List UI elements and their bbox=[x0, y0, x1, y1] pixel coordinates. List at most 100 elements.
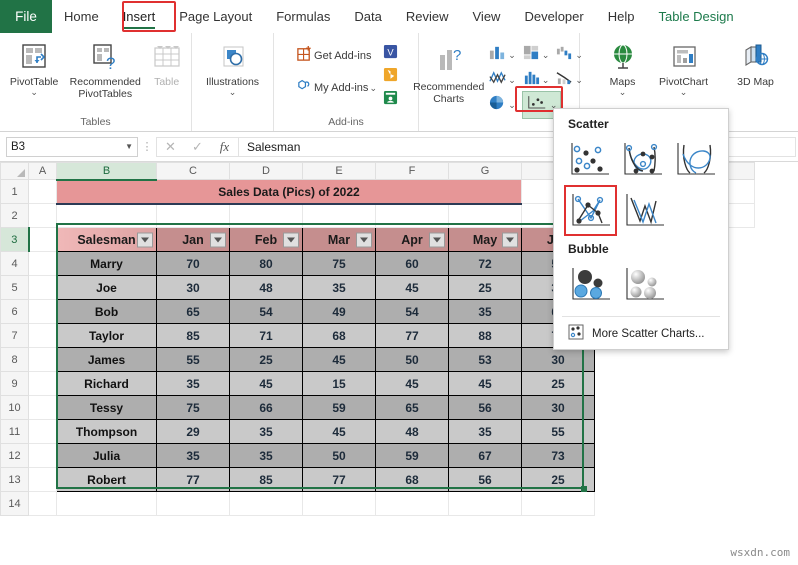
get-addins-button[interactable]: Get Add-ins bbox=[294, 44, 379, 68]
cell-apr[interactable]: 54 bbox=[375, 299, 449, 324]
cell-a1[interactable] bbox=[28, 179, 57, 204]
cell-a12[interactable] bbox=[28, 443, 57, 468]
cell-salesman[interactable]: James bbox=[56, 347, 157, 372]
cell-jan[interactable]: 30 bbox=[156, 275, 230, 300]
hierarchy-chart-button[interactable]: ⌄ bbox=[520, 44, 552, 66]
cell-apr[interactable]: 59 bbox=[375, 443, 449, 468]
cell-apr[interactable]: 77 bbox=[375, 323, 449, 348]
row-header-4[interactable]: 4 bbox=[0, 251, 29, 276]
column-header-a[interactable]: A bbox=[28, 162, 57, 180]
recommended-pivottables-button[interactable]: ? Recommended PivotTables bbox=[66, 36, 144, 100]
pivotchart-button[interactable]: PivotChart ⌄ bbox=[651, 36, 717, 97]
cell-a7[interactable] bbox=[28, 323, 57, 348]
cell-a10[interactable] bbox=[28, 395, 57, 420]
cell-a8[interactable] bbox=[28, 347, 57, 372]
scatter-straight-lines-markers-option[interactable] bbox=[564, 185, 617, 236]
cell-mar[interactable]: 68 bbox=[302, 323, 376, 348]
cell-mar[interactable]: 45 bbox=[302, 347, 376, 372]
cell-mar[interactable]: 15 bbox=[302, 371, 376, 396]
cell-f14[interactable] bbox=[375, 491, 449, 516]
cell-may[interactable]: 56 bbox=[448, 395, 522, 420]
cell-b14[interactable] bbox=[56, 491, 157, 516]
tab-review[interactable]: Review bbox=[394, 0, 461, 33]
bubble-flat-option[interactable] bbox=[566, 261, 615, 308]
more-scatter-charts-item[interactable]: More Scatter Charts... bbox=[554, 317, 728, 347]
cell-may[interactable]: 35 bbox=[448, 299, 522, 324]
tab-table-design[interactable]: Table Design bbox=[646, 0, 745, 33]
cell-apr[interactable]: 68 bbox=[375, 467, 449, 492]
cell-apr[interactable]: 50 bbox=[375, 347, 449, 372]
column-header-d[interactable]: D bbox=[229, 162, 303, 180]
cell-may[interactable]: 67 bbox=[448, 443, 522, 468]
line-chart-caret-icon[interactable]: ⌄ bbox=[508, 75, 516, 84]
cell-salesman[interactable]: Robert bbox=[56, 467, 157, 492]
cell-b2[interactable] bbox=[56, 203, 157, 228]
cell-salesman[interactable]: Julia bbox=[56, 443, 157, 468]
cell-may[interactable]: 56 bbox=[448, 467, 522, 492]
cancel-icon[interactable]: ✕ bbox=[157, 138, 184, 156]
statistic-chart-caret-icon[interactable]: ⌄ bbox=[542, 75, 550, 84]
column-header-f[interactable]: F bbox=[375, 162, 449, 180]
cell-mar[interactable]: 59 bbox=[302, 395, 376, 420]
table-header-feb[interactable]: Feb bbox=[229, 227, 303, 252]
cell-jan[interactable]: 85 bbox=[156, 323, 230, 348]
tab-formulas[interactable]: Formulas bbox=[264, 0, 342, 33]
cell-jan[interactable]: 55 bbox=[156, 347, 230, 372]
confirm-icon[interactable]: ✓ bbox=[184, 138, 211, 156]
cell-a13[interactable] bbox=[28, 467, 57, 492]
recommended-charts-button[interactable]: ? Recommended Charts bbox=[413, 38, 484, 105]
filter-button-may[interactable] bbox=[502, 232, 518, 247]
cell-a6[interactable] bbox=[28, 299, 57, 324]
table-header-may[interactable]: May bbox=[448, 227, 522, 252]
cell-apr[interactable]: 65 bbox=[375, 395, 449, 420]
filter-button-feb[interactable] bbox=[283, 232, 299, 247]
table-header-salesman[interactable]: Salesman bbox=[56, 227, 157, 252]
cell-feb[interactable]: 25 bbox=[229, 347, 303, 372]
cell-jun[interactable]: 73 bbox=[521, 443, 595, 468]
cell-may[interactable]: 72 bbox=[448, 251, 522, 276]
name-box-chevron-down-icon[interactable]: ▼ bbox=[125, 142, 133, 151]
cell-salesman[interactable]: Richard bbox=[56, 371, 157, 396]
cell-apr[interactable]: 48 bbox=[375, 419, 449, 444]
cell-salesman[interactable]: Marry bbox=[56, 251, 157, 276]
cell-h14[interactable] bbox=[521, 491, 595, 516]
cell-d14[interactable] bbox=[229, 491, 303, 516]
hierarchy-chart-caret-icon[interactable]: ⌄ bbox=[542, 50, 550, 59]
visio-icon[interactable]: V bbox=[383, 44, 398, 64]
table-header-apr[interactable]: Apr bbox=[375, 227, 449, 252]
cell-mar[interactable]: 35 bbox=[302, 275, 376, 300]
cell-may[interactable]: 35 bbox=[448, 419, 522, 444]
cell-a11[interactable] bbox=[28, 419, 57, 444]
table-button[interactable]: Table bbox=[146, 36, 187, 88]
pie-chart-button[interactable]: ⌄ bbox=[486, 94, 518, 116]
cell-may[interactable]: 25 bbox=[448, 275, 522, 300]
column-header-g[interactable]: G bbox=[448, 162, 522, 180]
tab-developer[interactable]: Developer bbox=[512, 0, 595, 33]
row-header-5[interactable]: 5 bbox=[0, 275, 29, 300]
cell-jan[interactable]: 65 bbox=[156, 299, 230, 324]
sheet-title-cell[interactable]: Sales Data (Pics) of 2022 bbox=[56, 179, 522, 205]
cell-a4[interactable] bbox=[28, 251, 57, 276]
row-header-12[interactable]: 12 bbox=[0, 443, 29, 468]
cell-f2[interactable] bbox=[375, 203, 449, 228]
column-header-b[interactable]: B bbox=[56, 162, 157, 181]
table-resize-handle[interactable] bbox=[581, 486, 587, 492]
cell-jun[interactable]: 30 bbox=[521, 347, 595, 372]
tab-view[interactable]: View bbox=[461, 0, 513, 33]
cell-feb[interactable]: 66 bbox=[229, 395, 303, 420]
pivottable-caret-icon[interactable]: ⌄ bbox=[30, 88, 38, 97]
cell-may[interactable]: 88 bbox=[448, 323, 522, 348]
cell-c2[interactable] bbox=[156, 203, 230, 228]
cell-jan[interactable]: 77 bbox=[156, 467, 230, 492]
cell-g14[interactable] bbox=[448, 491, 522, 516]
cell-jan[interactable]: 29 bbox=[156, 419, 230, 444]
bubble-3d-option[interactable] bbox=[620, 261, 669, 308]
scatter-markers-only-option[interactable] bbox=[566, 136, 614, 183]
column-chart-caret-icon[interactable]: ⌄ bbox=[508, 50, 516, 59]
cell-salesman[interactable]: Joe bbox=[56, 275, 157, 300]
statistic-chart-button[interactable]: ⌄ bbox=[520, 69, 552, 91]
cell-may[interactable]: 53 bbox=[448, 347, 522, 372]
cell-feb[interactable]: 54 bbox=[229, 299, 303, 324]
cell-apr[interactable]: 45 bbox=[375, 275, 449, 300]
cell-a3[interactable] bbox=[28, 227, 57, 252]
